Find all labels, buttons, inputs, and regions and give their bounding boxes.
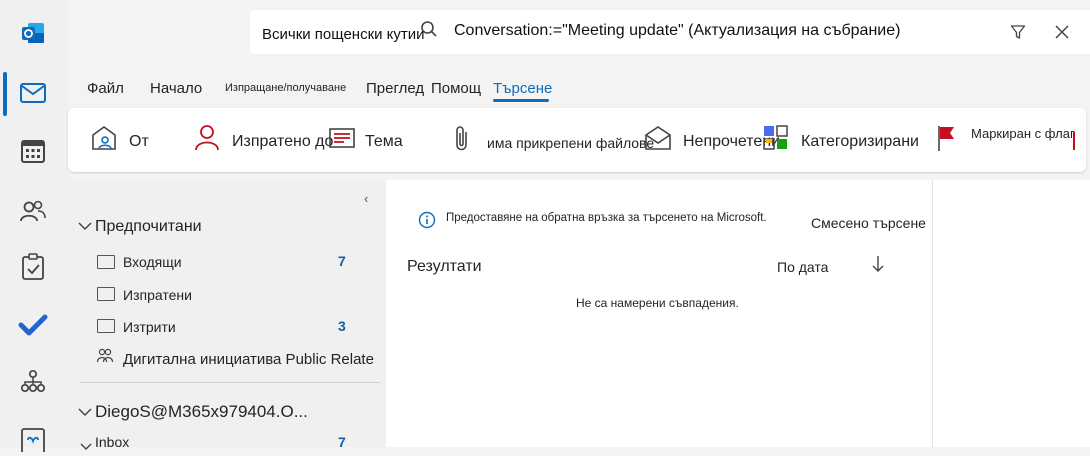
search-scope-dropdown[interactable]: Всички пощенски кутии: [262, 26, 425, 43]
tab-view[interactable]: Преглед: [366, 80, 424, 97]
ribbon-from-button[interactable]: От: [129, 133, 149, 151]
rail-selection-indicator: [3, 72, 7, 116]
folder-group-public-relations[interactable]: Дигитална инициатива Public Relate: [123, 351, 374, 368]
ribbon-more-icon[interactable]: [1071, 130, 1077, 157]
filter-icon[interactable]: [1010, 24, 1026, 45]
ribbon-flagged-button[interactable]: Маркиран с флаг: [971, 126, 1075, 141]
group-icon: [96, 347, 114, 370]
collapse-pane-icon[interactable]: ‹: [364, 191, 368, 206]
results-header: Резултати: [407, 258, 482, 275]
mail-icon[interactable]: [18, 78, 48, 108]
tab-home[interactable]: Начало: [150, 80, 202, 97]
folder-icon: [97, 319, 115, 333]
tab-send-receive[interactable]: Изпращане/получаване: [225, 82, 346, 94]
subject-icon[interactable]: [328, 124, 356, 157]
folder-icon: [97, 255, 115, 269]
unread-icon[interactable]: [643, 124, 673, 157]
sort-direction-icon[interactable]: [872, 255, 884, 278]
info-icon: [418, 211, 436, 234]
empty-results-message: Не са намерени съвпадения.: [576, 296, 739, 310]
search-feedback-link[interactable]: Предоставяне на обратна връзка за търсен…: [446, 212, 767, 224]
folder-deleted[interactable]: Изтрити: [123, 319, 176, 335]
active-tab-underline: [493, 99, 549, 102]
inbox-chevron-icon[interactable]: [80, 438, 92, 456]
sent-to-icon[interactable]: [195, 124, 221, 157]
app-rail: [0, 0, 68, 452]
folder-inbox[interactable]: Входящи: [123, 254, 182, 270]
ribbon-categorized-button[interactable]: Категоризирани: [801, 133, 919, 151]
folder-icon: [97, 287, 115, 301]
tab-file[interactable]: Файл: [87, 80, 124, 97]
favorites-header[interactable]: Предпочитани: [95, 218, 202, 236]
account-header[interactable]: DiegoS@M365x979404.O...: [95, 402, 308, 422]
account-inbox-count: 7: [338, 434, 346, 450]
mixed-search-toggle[interactable]: Смесено търсене: [811, 215, 926, 231]
sort-by-date-button[interactable]: По дата: [777, 259, 828, 275]
ribbon-subject-button[interactable]: Тема: [365, 133, 403, 151]
tasks-icon[interactable]: [18, 252, 48, 282]
bookings-icon[interactable]: [18, 424, 48, 454]
org-explorer-icon[interactable]: [18, 366, 48, 396]
flag-icon[interactable]: [936, 124, 958, 157]
calendar-icon[interactable]: [18, 136, 48, 166]
deleted-unread-count: 3: [338, 318, 346, 334]
people-icon[interactable]: [18, 196, 48, 226]
tab-help[interactable]: Помощ: [431, 80, 481, 97]
pane-divider: [80, 382, 380, 383]
reading-pane: [932, 180, 1090, 447]
from-icon[interactable]: [90, 124, 120, 157]
ribbon-has-attachments-button[interactable]: има прикрепени файлове: [487, 135, 654, 151]
account-inbox[interactable]: Inbox: [95, 434, 129, 450]
categorize-icon[interactable]: [762, 124, 790, 157]
close-icon[interactable]: [1054, 24, 1070, 45]
search-icon: [420, 20, 438, 43]
favorites-chevron-icon[interactable]: [78, 218, 92, 236]
folder-sent[interactable]: Изпратени: [123, 287, 192, 303]
inbox-unread-count: 7: [338, 253, 346, 269]
account-chevron-icon[interactable]: [78, 404, 92, 422]
search-input[interactable]: Conversation:="Meeting update" (Актуализ…: [454, 22, 900, 40]
todo-icon[interactable]: [18, 310, 48, 340]
outlook-logo-icon: [18, 18, 48, 48]
tab-search[interactable]: Търсене: [493, 80, 552, 97]
paperclip-icon[interactable]: [452, 124, 472, 159]
ribbon-sent-to-button[interactable]: Изпратено до: [232, 133, 333, 151]
